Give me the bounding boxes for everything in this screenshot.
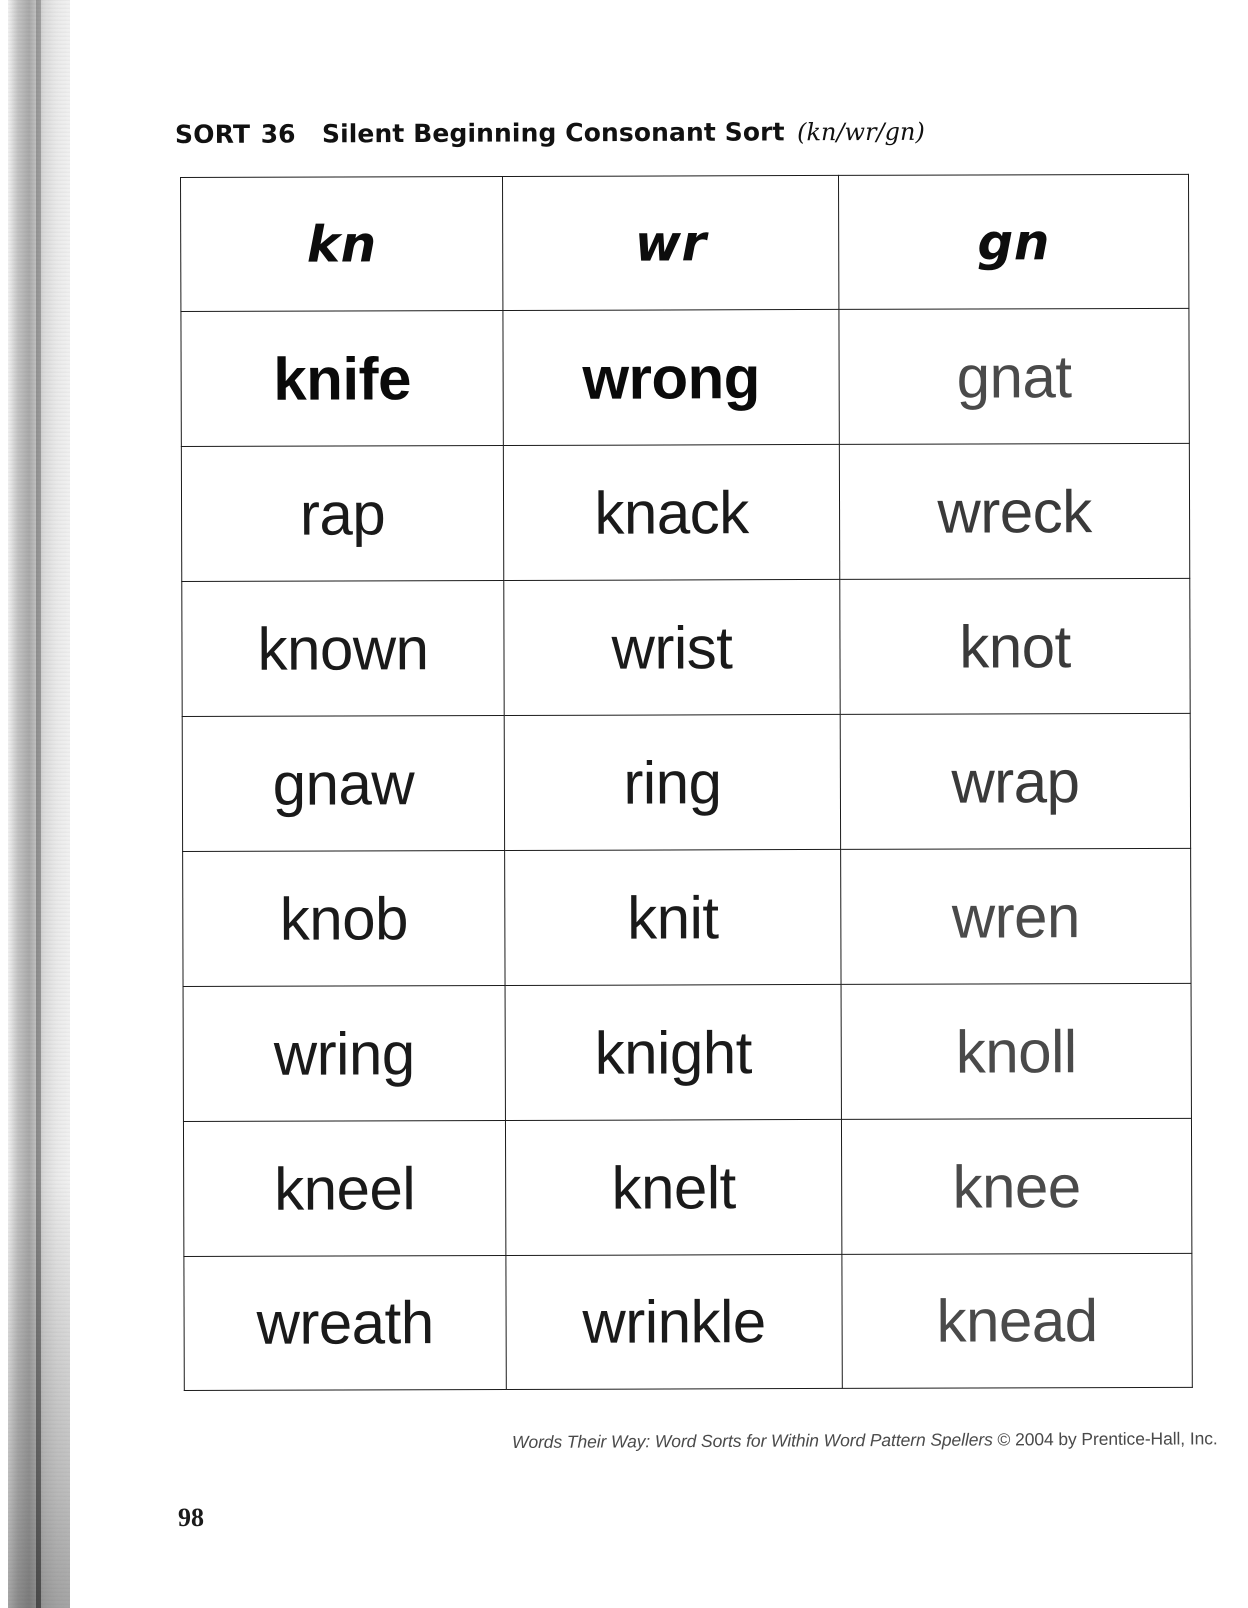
scan-binding-shadow	[8, 0, 70, 1608]
word-cell: rap	[181, 445, 504, 582]
credit-title: Words Their Way: Word Sorts for Within W…	[511, 1429, 993, 1452]
word-cell: knob	[182, 850, 506, 987]
word-cell: wring	[183, 985, 506, 1122]
word-cell: knelt	[505, 1119, 842, 1256]
word-cell: kneel	[183, 1120, 506, 1257]
table-row: knob knit wren	[182, 848, 1192, 987]
word-cell: known	[181, 580, 505, 717]
word-label: known	[257, 614, 429, 683]
word-cell: wrinkle	[505, 1254, 843, 1390]
sort-patterns: (kn/wr/gn)	[796, 117, 925, 147]
column-header-wr: wr	[502, 175, 839, 311]
page-sheet: SORT 36 Silent Beginning Consonant Sort …	[0, 0, 1248, 1608]
sort-number: 36	[260, 119, 296, 149]
word-cell: knight	[505, 984, 842, 1121]
word-label: wreath	[256, 1289, 434, 1357]
word-label: wrong	[582, 343, 760, 412]
word-label: wrinkle	[582, 1288, 766, 1356]
table-row: knife wrong gnat	[180, 308, 1190, 447]
word-label: kneel	[274, 1154, 416, 1223]
word-cell: ring	[504, 714, 841, 851]
word-cell: wrap	[840, 713, 1191, 850]
word-label: knife	[273, 344, 412, 413]
word-label: wreck	[937, 477, 1092, 546]
word-label: gnat	[956, 342, 1072, 411]
column-header-label: wr	[634, 213, 707, 273]
page-number: 98	[178, 1503, 204, 1532]
word-label: knelt	[611, 1153, 736, 1222]
word-cell: knit	[504, 849, 842, 986]
word-label: wrap	[951, 747, 1080, 816]
column-header-gn: gn	[838, 174, 1189, 310]
word-cell: knead	[841, 1253, 1193, 1389]
word-label: knee	[952, 1152, 1081, 1221]
column-header-label: kn	[306, 214, 377, 274]
word-label: wren	[951, 882, 1080, 951]
word-label: knack	[594, 478, 749, 547]
copyright-credit: Words Their Way: Word Sorts for Within W…	[512, 1428, 1218, 1453]
word-label: knead	[936, 1287, 1098, 1355]
word-cell: wrong	[502, 309, 840, 446]
word-cell: wreath	[183, 1255, 507, 1391]
word-label: knight	[594, 1018, 752, 1087]
word-cell: knife	[180, 310, 504, 447]
table-row: wreath wrinkle knead	[183, 1253, 1193, 1391]
word-cell: wreck	[839, 443, 1190, 580]
table-row: wring knight knoll	[183, 983, 1192, 1122]
word-cell: wrist	[503, 579, 841, 716]
credit-copyright: © 2004 by Prentice-Hall, Inc.	[992, 1428, 1218, 1450]
sort-label: SORT	[174, 119, 251, 149]
word-label: rap	[299, 479, 386, 548]
word-cell: gnat	[838, 308, 1190, 445]
word-cell: gnaw	[182, 715, 505, 852]
word-sort-table: kn wr gn knife wrong gnat rap knack wrec…	[180, 174, 1193, 1391]
word-label: gnaw	[272, 749, 415, 818]
word-label: knit	[627, 883, 719, 952]
column-header-kn: kn	[180, 176, 503, 312]
word-label: ring	[623, 748, 722, 817]
word-label: knoll	[955, 1017, 1077, 1086]
sort-description: Silent Beginning Consonant Sort	[321, 117, 785, 149]
word-cell: knot	[839, 578, 1191, 715]
table-row: known wrist knot	[181, 578, 1191, 717]
table-header-row: kn wr gn	[180, 174, 1189, 312]
word-label: knot	[959, 612, 1071, 681]
word-label: wrist	[611, 613, 733, 682]
scan-binding-core-line	[36, 0, 41, 1608]
column-header-label: gn	[977, 212, 1050, 271]
word-label: knob	[279, 884, 408, 953]
table-row: gnaw ring wrap	[182, 713, 1191, 852]
word-label: wring	[273, 1019, 415, 1088]
word-cell: wren	[840, 848, 1192, 985]
table-row: kneel knelt knee	[183, 1118, 1192, 1257]
table-row: rap knack wreck	[181, 443, 1190, 582]
page-title: SORT 36 Silent Beginning Consonant Sort …	[175, 116, 1175, 149]
word-cell: knoll	[841, 983, 1192, 1120]
word-cell: knack	[503, 444, 840, 581]
word-cell: knee	[841, 1118, 1192, 1255]
